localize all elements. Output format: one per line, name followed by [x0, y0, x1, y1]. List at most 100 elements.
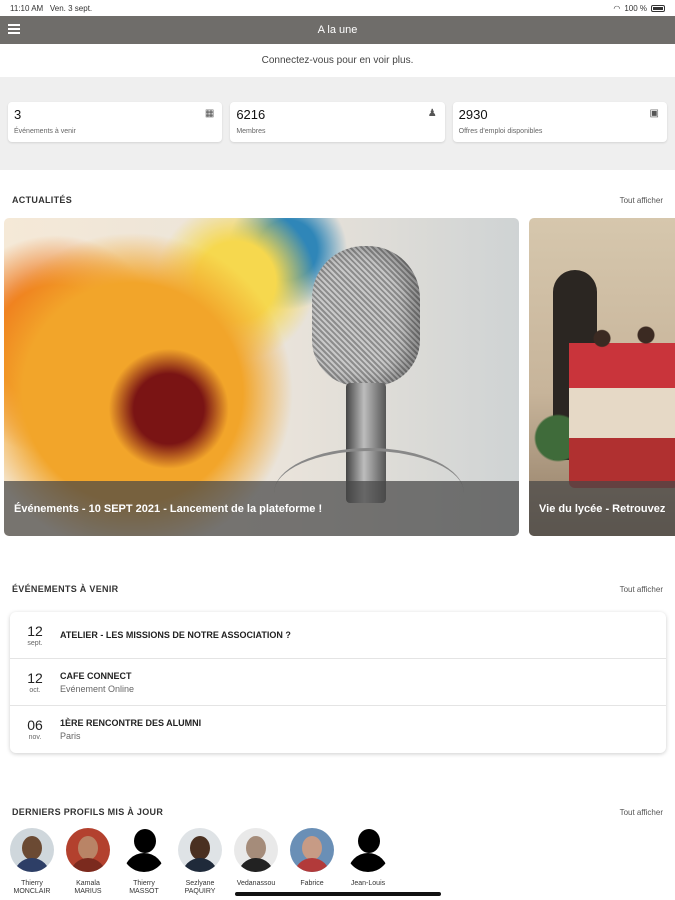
stat-value: 2930: [458, 107, 488, 122]
profiles-see-all-link[interactable]: Tout afficher: [620, 808, 663, 817]
profile-item[interactable]: Thierry MASSOT: [116, 828, 172, 896]
events-section-title: ÉVÉNEMENTS À VENIR: [12, 584, 119, 594]
battery-percent: 100 %: [624, 3, 647, 13]
event-month: sept.: [27, 639, 43, 647]
news-carousel[interactable]: Événements - 10 SEPT 2021 - Lancement de…: [4, 218, 675, 536]
event-date: 12 sept.: [20, 624, 50, 647]
profile-name: Kamala MARIUS: [74, 880, 101, 896]
profiles-header: DERNIERS PROFILS MIS À JOUR Tout affiche…: [0, 807, 675, 817]
avatar: [66, 828, 110, 872]
event-info: CAFE CONNECT Evénement Online: [60, 671, 134, 694]
members-icon: ♟: [427, 108, 437, 119]
menu-icon[interactable]: [8, 24, 20, 34]
event-title: CAFE CONNECT: [60, 670, 132, 681]
event-month: nov.: [28, 734, 42, 741]
profile-item[interactable]: Jean-Louis: [340, 828, 396, 896]
profile-name: Fabrice: [300, 880, 323, 888]
profile-item[interactable]: Fabrice: [284, 828, 340, 896]
stat-card-jobs[interactable]: 2930 Offres d'emploi disponibles ▣: [452, 102, 667, 142]
profile-item[interactable]: Kamala MARIUS: [60, 828, 116, 896]
event-month: oct.: [29, 686, 41, 694]
avatar: [234, 828, 278, 872]
event-subtitle: Paris: [60, 731, 81, 741]
profile-item[interactable]: Sezlyane PAQUIRY: [172, 828, 228, 896]
profile-name: Thierry MASSOT: [129, 880, 159, 896]
avatar-shoulders: [182, 858, 218, 872]
news-caption: Vie du lycée - Retrouvez: [529, 481, 675, 536]
stat-label: Événements à venir: [14, 128, 76, 135]
news-card[interactable]: Événements - 10 SEPT 2021 - Lancement de…: [4, 218, 519, 536]
profile-first-name: Vedanassou: [236, 880, 276, 887]
wifi-icon: ◠: [613, 3, 621, 13]
avatar-placeholder-icon: [122, 828, 166, 872]
battery-icon: [651, 4, 665, 12]
event-title: 1ÈRE RENCONTRE DES ALUMNI: [60, 718, 202, 728]
connect-prompt[interactable]: Connectez-vous pour en voir plus.: [0, 44, 675, 77]
status-right: ◠ 100 %: [613, 4, 665, 13]
group-photo-illustration: [569, 318, 675, 488]
avatar: [290, 828, 334, 872]
stat-card-members[interactable]: 6216 Membres ♟: [230, 102, 445, 142]
event-day: 12: [27, 622, 43, 639]
profile-last-name: MASSOT: [129, 888, 159, 895]
stat-label: Offres d'emploi disponibles: [458, 128, 543, 135]
news-see-all-link[interactable]: Tout afficher: [620, 196, 663, 205]
avatar-face: [22, 836, 42, 860]
profile-last-name: PAQUIRY: [184, 888, 216, 895]
event-subtitle: Evénement Online: [60, 683, 135, 694]
calendar-icon: ▦: [204, 108, 215, 119]
news-caption: Événements - 10 SEPT 2021 - Lancement de…: [4, 481, 519, 536]
profile-name: Sezlyane PAQUIRY: [185, 880, 216, 896]
profile-last-name: MARIUS: [74, 888, 102, 895]
profiles-section-title: DERNIERS PROFILS MIS À JOUR: [12, 807, 164, 817]
home-indicator: [235, 892, 441, 896]
profile-first-name: Fabrice: [300, 880, 324, 887]
event-row[interactable]: 06 nov. 1ÈRE RENCONTRE DES ALUMNI Paris: [10, 706, 666, 753]
stat-value: 3: [14, 107, 22, 122]
page-title: A la une: [317, 24, 358, 36]
stats-section: 3 Événements à venir ▦ 6216 Membres ♟ 29…: [0, 77, 675, 170]
avatar-face: [190, 836, 210, 860]
avatar-face: [246, 836, 266, 860]
profile-first-name: Sezlyane: [185, 880, 215, 887]
avatar-shoulders: [294, 858, 330, 872]
event-date: 06 nov.: [20, 718, 50, 741]
status-bar: 11:10 AM Ven. 3 sept. ◠ 100 %: [0, 0, 675, 16]
microphone-illustration: [312, 246, 420, 386]
avatar: [10, 828, 54, 872]
profile-item[interactable]: Vedanassou: [228, 828, 284, 896]
avatar: [178, 828, 222, 872]
stat-card-events[interactable]: 3 Événements à venir ▦: [8, 102, 223, 142]
profiles-row: Thierry MONCLAIR Kamala MARIUS Thierry M…: [4, 828, 396, 896]
profile-item[interactable]: Thierry MONCLAIR: [4, 828, 60, 896]
stat-label: Membres: [236, 128, 266, 135]
event-row[interactable]: 12 oct. CAFE CONNECT Evénement Online: [10, 659, 666, 706]
profile-first-name: Kamala: [76, 880, 100, 887]
status-left: 11:10 AM Ven. 3 sept.: [10, 4, 92, 13]
news-section-title: ACTUALITÉS: [12, 195, 72, 205]
event-row[interactable]: 12 sept. ATELIER - LES MISSIONS DE NOTRE…: [10, 612, 666, 659]
profile-first-name: Thierry: [21, 880, 43, 887]
profile-first-name: Jean-Louis: [350, 880, 386, 887]
news-card[interactable]: Vie du lycée - Retrouvez: [529, 218, 675, 536]
avatar-face: [302, 836, 322, 860]
profile-name: Jean-Louis: [351, 880, 385, 888]
profile-name: Thierry MONCLAIR: [14, 880, 51, 896]
event-day: 12: [27, 669, 43, 686]
briefcase-icon: ▣: [649, 108, 659, 119]
status-date: Ven. 3 sept.: [49, 3, 93, 13]
news-header: ACTUALITÉS Tout afficher: [0, 195, 675, 205]
connect-prompt-text[interactable]: Connectez-vous pour en voir plus.: [262, 55, 414, 66]
top-navbar: A la une: [0, 16, 675, 44]
profile-first-name: Thierry: [133, 880, 155, 887]
avatar-shoulders: [14, 858, 50, 872]
events-header: ÉVÉNEMENTS À VENIR Tout afficher: [0, 584, 675, 594]
stat-value: 6216: [236, 107, 266, 122]
profile-last-name: MONCLAIR: [13, 888, 51, 895]
event-day: 06: [27, 717, 43, 733]
event-info: ATELIER - LES MISSIONS DE NOTRE ASSOCIAT…: [60, 630, 291, 640]
avatar-shoulders: [70, 858, 106, 872]
event-title: ATELIER - LES MISSIONS DE NOTRE ASSOCIAT…: [60, 630, 291, 640]
event-date: 12 oct.: [20, 671, 50, 694]
events-see-all-link[interactable]: Tout afficher: [620, 585, 663, 594]
